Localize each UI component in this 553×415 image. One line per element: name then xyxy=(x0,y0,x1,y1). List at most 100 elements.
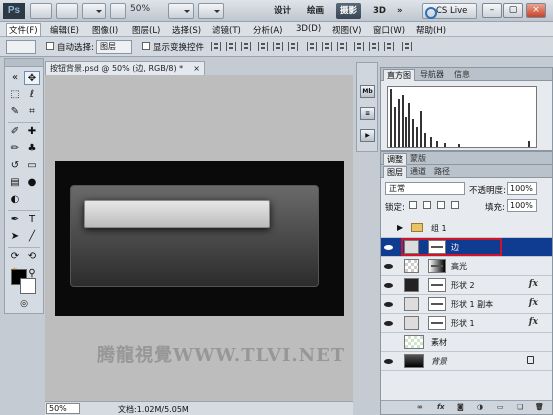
launch-bridge-button[interactable] xyxy=(30,3,52,19)
eye-icon[interactable] xyxy=(384,243,393,251)
layer-row-shape-2[interactable]: 形状 2 fx xyxy=(381,276,552,295)
link-icon[interactable]: ∞ xyxy=(417,403,423,411)
menu-filter[interactable]: 滤镜(T) xyxy=(212,24,241,36)
layer-row-group-1[interactable]: ▶ 组 1 xyxy=(381,219,552,238)
cs-live-button[interactable]: CS Live xyxy=(422,3,477,19)
lock-all-icon[interactable] xyxy=(451,201,459,209)
mask-icon[interactable]: ◙ xyxy=(457,403,464,411)
canvas-area[interactable]: 腾龍視覺WWW.TLVI.NET xyxy=(45,75,353,401)
move-tool-icon[interactable]: ✥ xyxy=(24,71,40,85)
blend-mode-select[interactable]: 正常 xyxy=(385,182,465,195)
align-right-icon[interactable] xyxy=(288,42,298,51)
maximize-button[interactable]: ▢ xyxy=(503,3,523,18)
menu-layer[interactable]: 图层(L) xyxy=(132,24,160,36)
zoom-level-select[interactable]: 50% xyxy=(130,4,150,14)
lock-image-icon[interactable] xyxy=(423,201,431,209)
menu-file[interactable]: 文件(F) xyxy=(6,23,41,37)
tab-layers[interactable]: 图层 xyxy=(383,166,407,178)
eye-icon[interactable] xyxy=(384,262,393,270)
tab-histogram[interactable]: 直方图 xyxy=(383,69,415,81)
distribute-left-icon[interactable] xyxy=(354,42,364,51)
eraser-tool-icon[interactable]: ▭ xyxy=(24,159,40,173)
actions-panel-icon[interactable]: ▶ xyxy=(360,129,375,142)
crop-tool-icon[interactable]: ⌗ xyxy=(24,105,40,119)
close-button[interactable]: × xyxy=(526,3,546,18)
view-extras-button[interactable] xyxy=(82,3,106,19)
quick-mask-icon[interactable]: ◎ xyxy=(15,297,33,311)
new-layer-icon[interactable]: ❏ xyxy=(517,403,523,411)
layer-row-highlight[interactable]: 高光 xyxy=(381,257,552,276)
workspace-design[interactable]: 设计 xyxy=(270,3,295,19)
3d-orbit-tool-icon[interactable]: ⟲ xyxy=(24,250,40,264)
history-brush-tool-icon[interactable]: ↺ xyxy=(7,159,23,173)
tab-paths[interactable]: 路径 xyxy=(431,166,453,178)
distribute-bottom-icon[interactable] xyxy=(337,42,347,51)
auto-align-layers-icon[interactable] xyxy=(402,42,412,51)
eye-icon[interactable] xyxy=(384,319,393,327)
dodge-tool-icon[interactable]: ◐ xyxy=(7,193,23,207)
3d-rotate-tool-icon[interactable]: ⟳ xyxy=(7,250,23,264)
screen-mode-button[interactable] xyxy=(198,3,224,19)
distribute-hcenter-icon[interactable] xyxy=(369,42,379,51)
menu-view[interactable]: 视图(V) xyxy=(332,24,361,36)
tab-masks[interactable]: 蒙版 xyxy=(407,153,429,165)
minimize-button[interactable]: – xyxy=(482,3,502,18)
distribute-right-icon[interactable] xyxy=(384,42,394,51)
layer-effects-icon[interactable]: fx xyxy=(529,279,538,289)
align-hcenter-icon[interactable] xyxy=(273,42,283,51)
workspace-painting[interactable]: 绘画 xyxy=(303,3,328,19)
mini-bridge-button[interactable] xyxy=(56,3,78,19)
fill-input[interactable]: 100% xyxy=(507,199,537,212)
lock-position-icon[interactable] xyxy=(437,201,445,209)
brush-tool-icon[interactable]: ✏ xyxy=(7,142,23,156)
distribute-vcenter-icon[interactable] xyxy=(322,42,332,51)
line-tool-icon[interactable]: ╱ xyxy=(24,230,40,244)
align-vcenter-icon[interactable] xyxy=(226,42,236,51)
clone-stamp-tool-icon[interactable]: ♣ xyxy=(24,142,40,156)
layer-row-shape-1-copy[interactable]: 形状 1 副本 fx xyxy=(381,295,552,314)
lasso-tool-icon[interactable]: ℓ xyxy=(24,88,40,102)
tab-adjustments[interactable]: 调整 xyxy=(383,153,407,165)
tool-preset-picker[interactable] xyxy=(6,40,36,54)
tab-channels[interactable]: 通道 xyxy=(407,166,429,178)
tab-navigator[interactable]: 导航器 xyxy=(417,69,447,81)
folder-icon[interactable]: ▭ xyxy=(497,403,504,411)
eye-icon[interactable] xyxy=(384,281,393,289)
hand-tool-button[interactable] xyxy=(110,3,126,19)
layer-effects-icon[interactable]: fx xyxy=(529,298,538,308)
show-transform-controls-checkbox[interactable] xyxy=(142,42,150,50)
healing-brush-tool-icon[interactable]: ✚ xyxy=(24,125,40,139)
arrange-documents-button[interactable] xyxy=(168,3,194,19)
distribute-top-icon[interactable] xyxy=(307,42,317,51)
document-tab-close-icon[interactable]: × xyxy=(193,62,200,75)
type-tool-icon[interactable]: T xyxy=(24,213,40,227)
align-top-icon[interactable] xyxy=(211,42,221,51)
menu-help[interactable]: 帮助(H) xyxy=(416,24,446,36)
background-color-swatch[interactable] xyxy=(20,278,36,294)
menu-3d[interactable]: 3D(D) xyxy=(296,24,321,34)
menu-image[interactable]: 图像(I) xyxy=(92,24,118,36)
more-workspaces-button[interactable]: » xyxy=(393,3,407,19)
blur-tool-icon[interactable]: ● xyxy=(24,176,40,190)
path-selection-tool-icon[interactable]: ➤ xyxy=(7,230,23,244)
eye-icon[interactable] xyxy=(384,357,393,365)
adjustment-icon[interactable]: ◑ xyxy=(477,403,483,411)
document-size-info[interactable]: 文档:1.02M/5.05M xyxy=(118,404,189,415)
layer-row-shape-1[interactable]: 形状 1 fx xyxy=(381,314,552,333)
eyedropper-tool-icon[interactable]: ✐ xyxy=(7,125,23,139)
status-zoom-field[interactable]: 50% xyxy=(46,403,80,414)
expand-arrow-icon[interactable]: ▶ xyxy=(397,223,403,232)
workspace-3d[interactable]: 3D xyxy=(369,3,390,19)
align-bottom-icon[interactable] xyxy=(241,42,251,51)
layer-row-edge[interactable]: 边 xyxy=(381,238,552,257)
lock-transparent-icon[interactable] xyxy=(409,201,417,209)
document-tab[interactable]: 按钮背景.psd @ 50% (边, RGB/8) * × xyxy=(45,61,205,75)
mini-bridge-icon[interactable]: Mb xyxy=(360,85,375,98)
eye-icon[interactable] xyxy=(384,300,393,308)
history-panel-icon[interactable]: ≡ xyxy=(360,107,375,120)
menu-edit[interactable]: 编辑(E) xyxy=(50,24,79,36)
layer-row-material[interactable]: 素材 xyxy=(381,333,552,352)
menu-window[interactable]: 窗口(W) xyxy=(373,24,405,36)
pen-tool-icon[interactable]: ✒ xyxy=(7,213,23,227)
gradient-tool-icon[interactable]: ▤ xyxy=(7,176,23,190)
